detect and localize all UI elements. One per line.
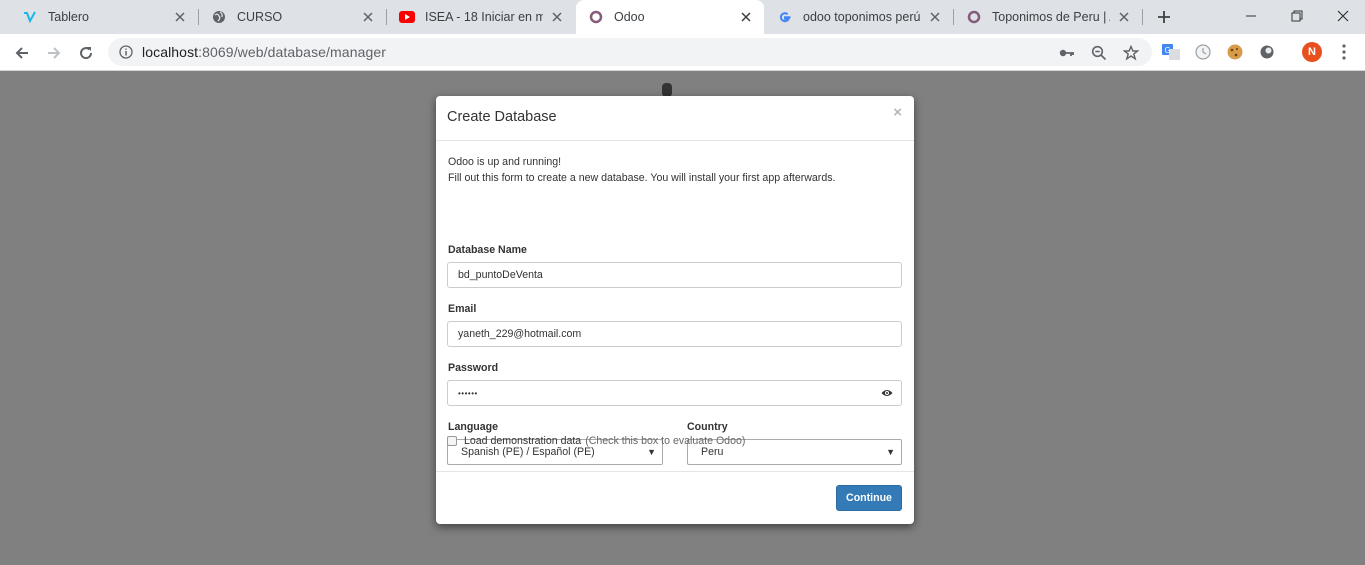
profile-avatar[interactable]: N [1302, 42, 1322, 62]
password-label: Password [448, 362, 499, 374]
bookmark-star-icon[interactable] [1122, 44, 1140, 62]
url-text: localhost:8069/web/database/manager [142, 44, 386, 60]
odoo-icon [966, 9, 982, 25]
close-tab-icon[interactable] [927, 9, 943, 25]
email-label: Email [448, 303, 477, 315]
continue-button[interactable]: Continue [836, 485, 902, 511]
svg-text:G: G [1165, 46, 1171, 55]
background-element [662, 83, 672, 97]
database-name-label: Database Name [448, 244, 527, 256]
tab-separator [1142, 9, 1143, 25]
tab-title: Odoo [614, 10, 645, 24]
close-tab-icon[interactable] [360, 9, 376, 25]
extension-clock-icon[interactable] [1193, 42, 1213, 62]
restore-button[interactable] [1286, 6, 1308, 26]
tab-title: Toponimos de Peru | Ap [992, 10, 1110, 24]
close-tab-icon[interactable] [1116, 9, 1132, 25]
plus-icon [1158, 11, 1170, 23]
dialog-body: Odoo is up and running! Fill out this fo… [436, 141, 914, 472]
close-tab-icon[interactable] [549, 9, 565, 25]
globe-icon [211, 9, 227, 25]
demo-data-label[interactable]: Load demonstration data [464, 435, 581, 447]
chevron-down-icon: ▼ [647, 447, 656, 457]
tab-odoo[interactable]: Odoo [576, 0, 764, 34]
database-name-input[interactable]: bd_puntoDeVenta [447, 262, 902, 288]
demo-data-option: Load demonstration data (Check this box … [447, 435, 745, 447]
extension-circle-icon[interactable] [1257, 42, 1277, 62]
arrow-right-icon [48, 47, 61, 59]
menu-kebab-icon[interactable] [1334, 42, 1354, 62]
intro-line-1: Odoo is up and running! [448, 156, 562, 168]
cookie-icon[interactable] [1225, 42, 1245, 62]
tab-tablero[interactable]: Tablero [10, 0, 198, 34]
minimize-icon [1246, 15, 1256, 17]
tab-title: CURSO [237, 10, 283, 24]
new-tab-button[interactable] [1154, 7, 1174, 27]
close-window-button[interactable] [1332, 6, 1354, 26]
password-value: •••••• [458, 388, 478, 398]
forward-button[interactable] [43, 42, 65, 64]
tab-isea[interactable]: ISEA - 18 Iniciar en moc [387, 0, 575, 34]
eye-icon[interactable] [881, 387, 893, 399]
zoom-icon[interactable] [1090, 44, 1108, 62]
demo-data-hint: (Check this box to evaluate Odoo) [585, 435, 746, 447]
country-label: Country [687, 421, 728, 433]
tab-google-search[interactable]: odoo toponimos perú - [765, 0, 953, 34]
demo-data-checkbox[interactable] [447, 436, 457, 446]
tab-title: Tablero [48, 10, 89, 24]
odoo-icon [588, 9, 604, 25]
language-value: Spanish (PE) / Español (PE) [461, 446, 595, 458]
dialog-header: Create Database × [436, 96, 914, 141]
tab-toponimos[interactable]: Toponimos de Peru | Ap [954, 0, 1142, 34]
info-icon[interactable] [118, 44, 134, 60]
back-button[interactable] [11, 42, 33, 64]
country-value: Peru [701, 446, 724, 458]
create-database-dialog: Create Database × Odoo is up and running… [436, 96, 914, 524]
close-tab-icon[interactable] [738, 9, 754, 25]
password-input[interactable]: •••••• [447, 380, 902, 406]
key-icon[interactable] [1058, 44, 1076, 62]
url-host: localhost [142, 44, 199, 60]
restore-icon [1291, 10, 1303, 22]
dialog-footer: Continue [436, 472, 914, 523]
close-dialog-button[interactable]: × [893, 104, 902, 121]
dialog-title: Create Database [447, 109, 557, 125]
chevron-down-icon: ▼ [886, 447, 895, 457]
google-icon [777, 9, 793, 25]
tab-title: odoo toponimos perú - [803, 10, 921, 24]
reload-button[interactable] [75, 42, 97, 64]
tab-title: ISEA - 18 Iniciar en moc [425, 10, 543, 24]
close-tab-icon[interactable] [172, 9, 188, 25]
vimeo-icon [22, 9, 38, 25]
intro-line-2: Fill out this form to create a new datab… [448, 172, 836, 184]
reload-icon [80, 47, 93, 60]
google-translate-icon[interactable]: G [1161, 42, 1181, 62]
tab-curso[interactable]: CURSO [199, 0, 386, 34]
browser-toolbar: localhost:8069/web/database/manager G N [0, 34, 1365, 71]
youtube-icon [399, 9, 415, 25]
arrow-left-icon [15, 47, 28, 59]
intro-text: Odoo is up and running! Fill out this fo… [448, 154, 835, 186]
minimize-button[interactable] [1240, 6, 1262, 26]
close-icon [1337, 10, 1349, 22]
email-input[interactable]: yaneth_229@hotmail.com [447, 321, 902, 347]
tab-strip: Tablero CURSO ISEA - 18 Iniciar en moc O… [0, 0, 1365, 34]
address-bar[interactable]: localhost:8069/web/database/manager [108, 38, 1152, 66]
url-path: :8069/web/database/manager [198, 44, 387, 60]
language-label: Language [448, 421, 499, 433]
